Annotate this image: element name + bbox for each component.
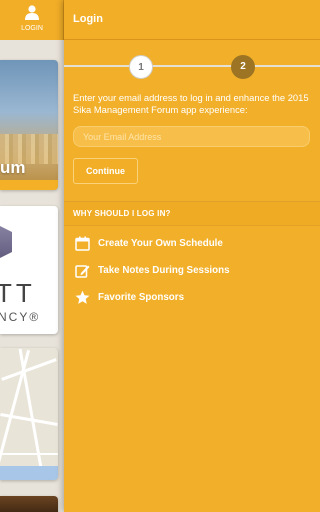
map-card[interactable]: [0, 348, 58, 480]
star-icon: [75, 290, 90, 304]
stepper-line: [64, 65, 320, 67]
sponsor-card-hyatt[interactable]: TT NCY®: [0, 206, 58, 334]
panel-header: Login: [64, 0, 320, 40]
page-title: Login: [73, 13, 103, 25]
feature-label: Create Your Own Schedule: [98, 238, 223, 249]
event-card-title: um: [0, 158, 26, 177]
event-card-band: [0, 180, 58, 190]
feature-create-schedule: Create Your Own Schedule: [75, 235, 315, 253]
sponsor-logo-icon: [0, 222, 12, 262]
user-icon: [25, 5, 39, 20]
calendar-icon: [75, 236, 90, 251]
feature-label: Take Notes During Sessions: [98, 265, 230, 276]
login-tab[interactable]: LOGIN: [0, 0, 64, 40]
step-1[interactable]: 1: [129, 55, 153, 79]
photo-card[interactable]: [0, 496, 58, 512]
login-stepper: 1 2: [64, 52, 320, 82]
login-intro-text: Enter your email address to log in and e…: [73, 92, 309, 115]
feature-take-notes: Take Notes During Sessions: [75, 262, 315, 280]
email-input[interactable]: [73, 126, 310, 147]
continue-button[interactable]: Continue: [73, 158, 138, 184]
login-tab-label: LOGIN: [21, 25, 43, 32]
feature-label: Favorite Sponsors: [98, 292, 185, 303]
feature-favorite-sponsors: Favorite Sponsors: [75, 289, 315, 307]
event-card-forum[interactable]: um: [0, 60, 58, 190]
background-app: um TT NCY®: [0, 0, 64, 512]
why-login-heading: WHY SHOULD I LOG IN?: [73, 209, 171, 218]
edit-note-icon: [75, 265, 90, 278]
why-login-header: WHY SHOULD I LOG IN?: [64, 202, 320, 226]
step-2[interactable]: 2: [231, 55, 255, 79]
sponsor-logo-text: TT: [0, 278, 36, 308]
sponsor-logo-subtext: NCY®: [0, 310, 41, 324]
